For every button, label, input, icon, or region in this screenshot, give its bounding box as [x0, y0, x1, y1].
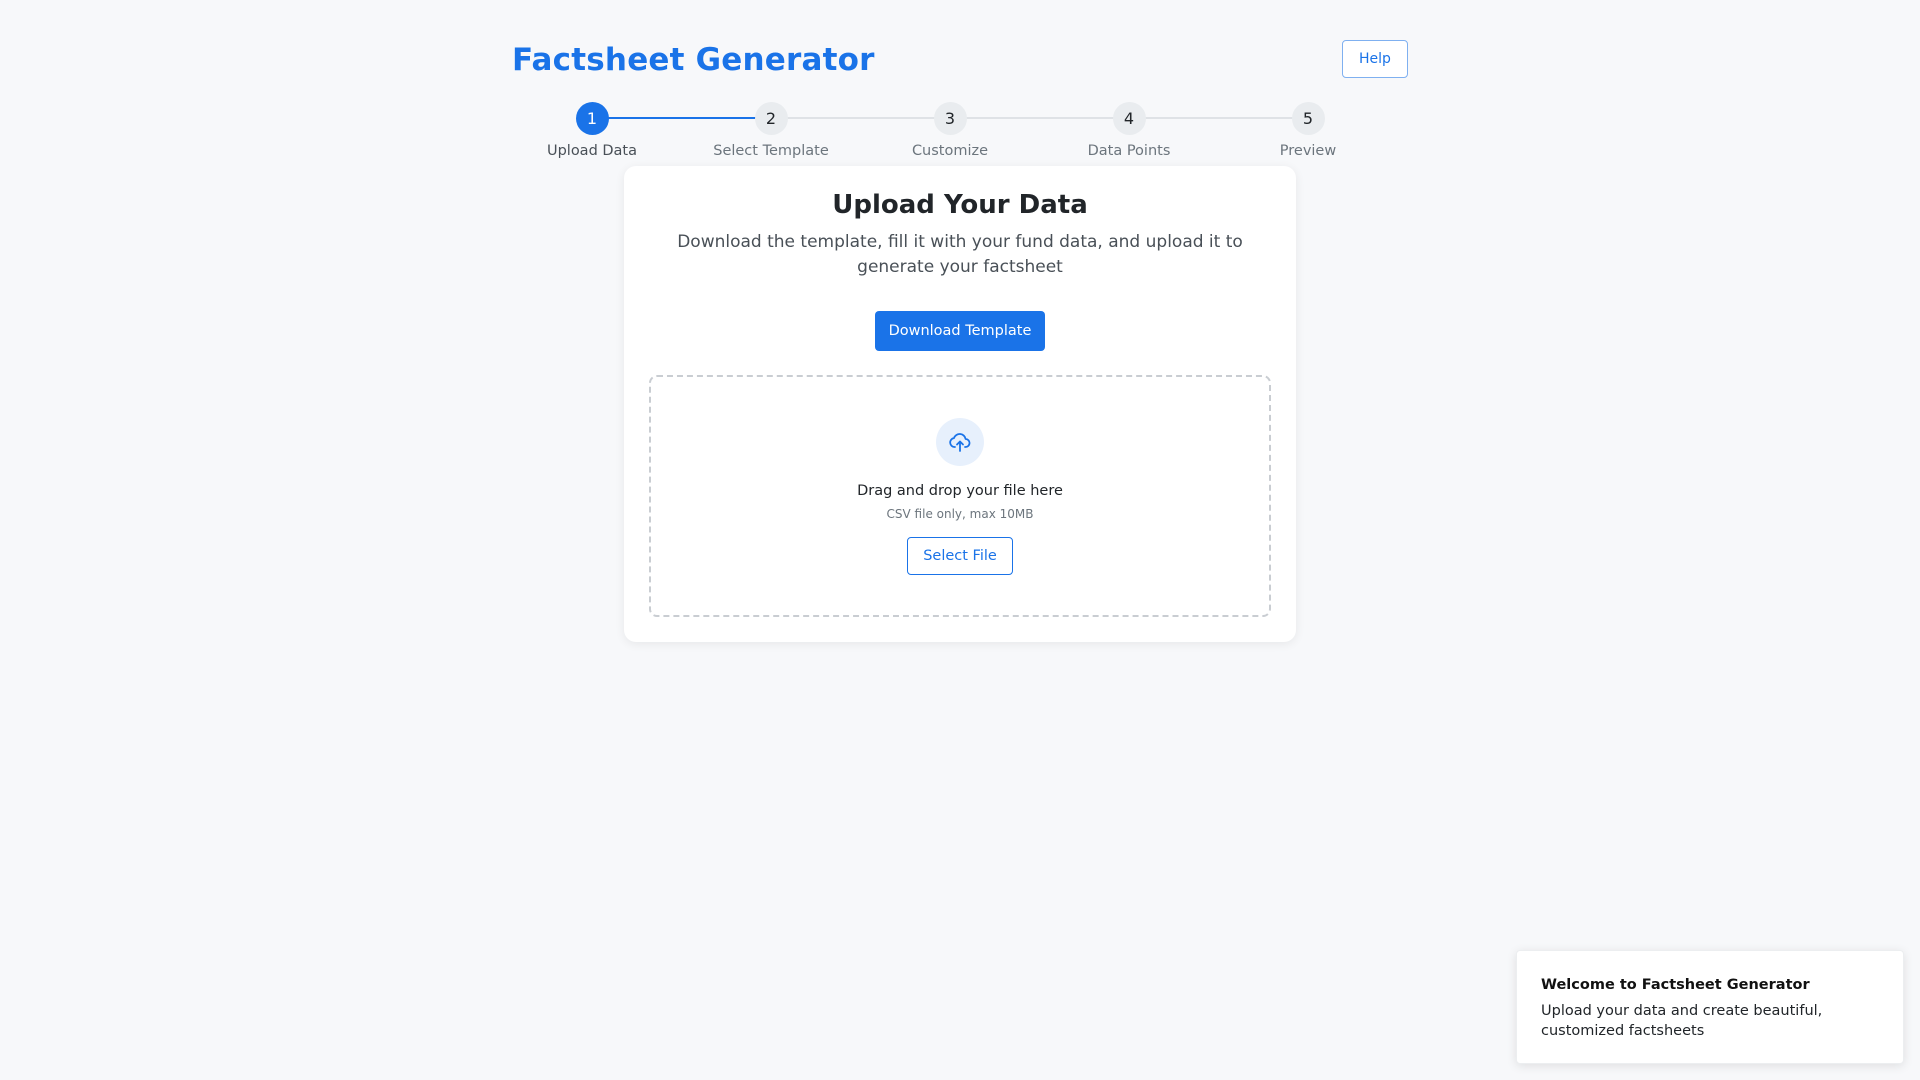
step-number: 4: [1112, 102, 1146, 135]
dropzone-title: Drag and drop your file here: [857, 483, 1063, 499]
select-file-button[interactable]: Select File: [907, 537, 1013, 575]
step-number: 3: [933, 102, 967, 135]
step-label: Select Template: [713, 143, 829, 159]
step-number: 5: [1291, 102, 1325, 135]
upload-card: Upload Your Data Download the template, …: [624, 166, 1296, 642]
step-label: Upload Data: [546, 143, 638, 159]
step-number: 1: [575, 102, 609, 135]
toast-title: Welcome to Factsheet Generator: [1541, 977, 1810, 993]
step-select-template[interactable]: 2 Select Template: [691, 100, 851, 159]
cloud-upload-icon: [936, 418, 984, 466]
app-title: Factsheet Generator: [512, 42, 875, 78]
step-data-points[interactable]: 4 Data Points: [1049, 100, 1209, 159]
step-label: Preview: [1279, 143, 1337, 159]
dropzone-subtitle: CSV file only, max 10MB: [886, 507, 1034, 521]
progress-stepper: 1 Upload Data 2 Select Template 3 Custom…: [512, 100, 1408, 164]
download-template-button[interactable]: Download Template: [875, 311, 1045, 351]
step-label: Data Points: [1087, 143, 1171, 159]
toast-message: Upload your data and create beautiful, c…: [1541, 1003, 1823, 1039]
file-dropzone[interactable]: Drag and drop your file here CSV file on…: [649, 375, 1271, 617]
step-customize[interactable]: 3 Customize: [870, 100, 1030, 159]
welcome-toast: Welcome to Factsheet Generator Upload yo…: [1516, 950, 1904, 1064]
app-header: Factsheet Generator Help: [512, 38, 1408, 82]
step-number: 2: [754, 102, 788, 135]
card-title: Upload Your Data: [832, 190, 1088, 220]
help-button[interactable]: Help: [1342, 40, 1408, 78]
card-description: Download the template, fill it with your…: [677, 232, 1243, 277]
step-preview[interactable]: 5 Preview: [1228, 100, 1388, 159]
step-upload-data[interactable]: 1 Upload Data: [512, 100, 672, 159]
step-label: Customize: [911, 143, 989, 159]
